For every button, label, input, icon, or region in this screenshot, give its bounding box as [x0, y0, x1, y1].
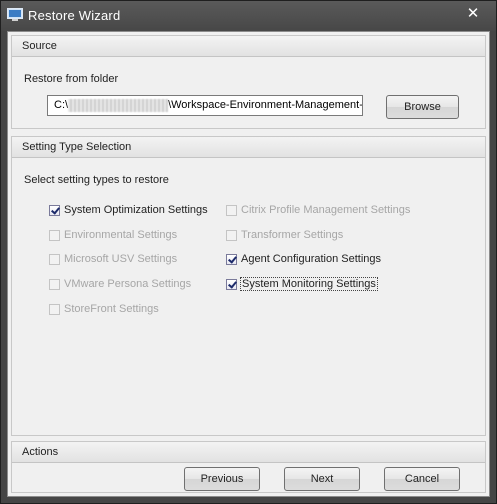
checkbox-label: StoreFront Settings: [64, 303, 159, 315]
checkbox-box[interactable]: [226, 253, 237, 265]
checkbox-box[interactable]: [226, 278, 237, 290]
checkbox-label: System Optimization Settings: [64, 204, 208, 216]
redacted-path-segment: [68, 98, 169, 112]
restore-folder-input[interactable]: C:\ \Workspace-Environment-Management-v: [47, 95, 363, 116]
checkbox-label: System Monitoring Settings: [240, 277, 378, 291]
checkbox-system-monitoring[interactable]: System Monitoring Settings: [226, 276, 378, 292]
checkbox-box[interactable]: [49, 278, 60, 290]
checkbox-transformer[interactable]: Transformer Settings: [226, 227, 343, 243]
checkbox-storefront[interactable]: StoreFront Settings: [49, 301, 159, 317]
close-icon[interactable]: ✕: [460, 3, 486, 25]
restore-wizard-window: Restore Wizard ✕ Source Restore from fol…: [0, 0, 497, 504]
previous-button[interactable]: Previous: [184, 467, 260, 491]
checkbox-box[interactable]: [226, 204, 237, 216]
select-settings-prompt: Select setting types to restore: [24, 174, 169, 186]
next-button[interactable]: Next: [284, 467, 360, 491]
app-window-icon: [7, 8, 23, 21]
checkbox-box[interactable]: [49, 204, 60, 216]
checkbox-box[interactable]: [49, 253, 60, 265]
source-group: Source Restore from folder C:\ \Workspace…: [11, 35, 486, 129]
setting-type-group-header: Setting Type Selection: [12, 137, 485, 158]
checkbox-agent-configuration[interactable]: Agent Configuration Settings: [226, 251, 381, 267]
setting-type-group: Setting Type Selection Select setting ty…: [11, 136, 486, 436]
path-prefix: C:\: [54, 99, 69, 111]
checkbox-label: VMware Persona Settings: [64, 278, 192, 290]
checkbox-microsoft-usv[interactable]: Microsoft USV Settings: [49, 251, 177, 267]
checkbox-label: Citrix Profile Management Settings: [241, 204, 411, 216]
title-bar[interactable]: Restore Wizard ✕: [1, 1, 496, 31]
window-title: Restore Wizard: [28, 8, 121, 23]
checkbox-system-optimization[interactable]: System Optimization Settings: [49, 202, 208, 218]
restore-folder-label: Restore from folder: [24, 73, 119, 85]
checkbox-box[interactable]: [49, 229, 60, 241]
browse-button[interactable]: Browse: [386, 95, 459, 119]
wizard-client-area: Source Restore from folder C:\ \Workspace…: [7, 31, 490, 497]
checkbox-box[interactable]: [226, 229, 237, 241]
actions-group-header: Actions: [12, 442, 485, 463]
checkbox-label: Microsoft USV Settings: [64, 253, 178, 265]
checkbox-label: Transformer Settings: [241, 229, 344, 241]
checkbox-box[interactable]: [49, 303, 60, 315]
checkbox-citrix-profile-management[interactable]: Citrix Profile Management Settings: [226, 202, 410, 218]
cancel-button[interactable]: Cancel: [384, 467, 460, 491]
source-group-header: Source: [12, 36, 485, 57]
checkbox-environmental[interactable]: Environmental Settings: [49, 227, 177, 243]
checkbox-label: Environmental Settings: [64, 229, 178, 241]
checkbox-label: Agent Configuration Settings: [241, 253, 382, 265]
path-suffix: \Workspace-Environment-Management-v: [168, 99, 363, 111]
checkbox-vmware-persona[interactable]: VMware Persona Settings: [49, 276, 191, 292]
actions-group: Actions Previous Next Cancel: [11, 441, 486, 493]
